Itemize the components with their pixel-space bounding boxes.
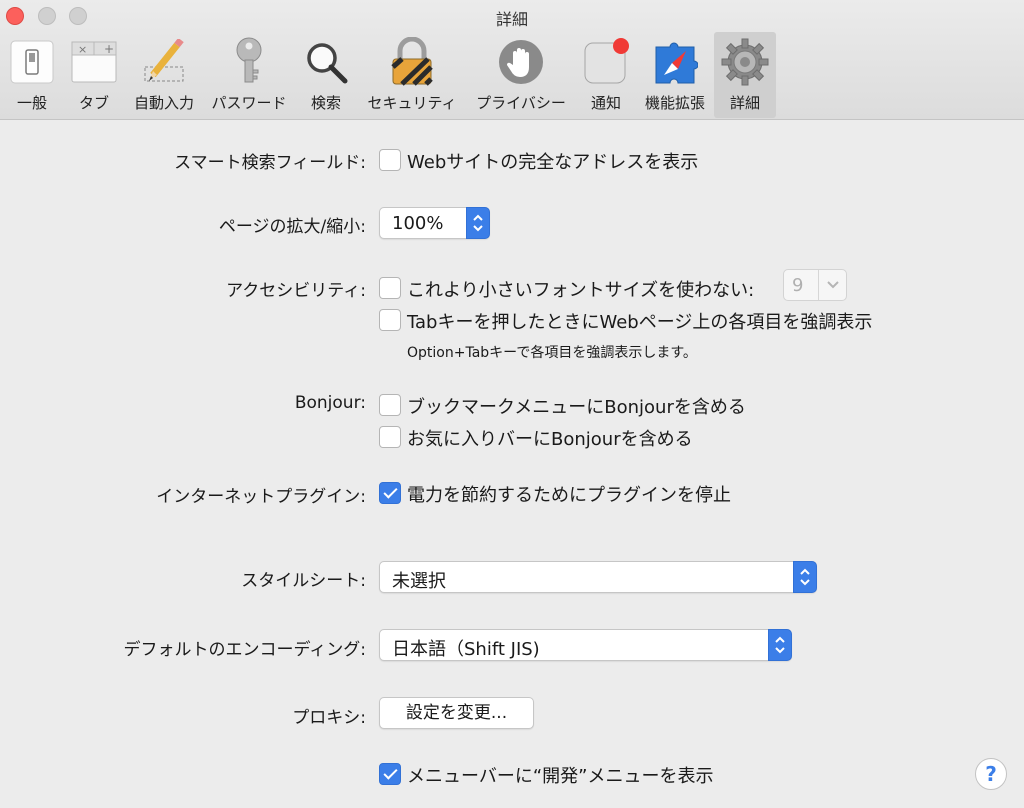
tab-label: 自動入力: [133, 94, 194, 112]
bonjour-bookmarks-text: ブックマークメニューにBonjourを含める: [407, 397, 746, 418]
tab-tabs[interactable]: × + タブ: [66, 32, 122, 118]
tab-security[interactable]: セキュリティ: [360, 32, 464, 118]
notification-icon: [582, 38, 630, 86]
tab-label: 検索: [310, 94, 341, 112]
tab-label: タブ: [78, 94, 109, 112]
tab-advanced[interactable]: 詳細: [714, 32, 776, 118]
bonjour-bookmarks-checkbox[interactable]: [379, 394, 401, 416]
bonjour-label: Bonjour:: [294, 393, 366, 413]
popup-arrows-icon: [793, 561, 817, 593]
encoding-value: 日本語（Shift JIS): [392, 639, 540, 660]
page-zoom-label: ページの拡大/縮小:: [218, 217, 366, 237]
popup-arrows-icon: [768, 629, 792, 661]
tab-label: 機能拡張: [644, 94, 705, 112]
chevron-down-icon: [818, 270, 846, 300]
min-font-size-select: 9: [783, 269, 847, 301]
pencil-icon: [140, 38, 188, 86]
tab-notifications[interactable]: 通知: [578, 32, 634, 118]
tab-label: 通知: [590, 94, 621, 112]
change-proxy-settings-button[interactable]: 設定を変更...: [379, 697, 534, 729]
tab-label: 一般: [16, 94, 47, 112]
show-develop-menu-checkbox[interactable]: [379, 763, 401, 785]
min-font-size-checkbox[interactable]: [379, 277, 401, 299]
bonjour-favorites-text: お気に入りバーにBonjourを含める: [407, 429, 693, 450]
accessibility-label: アクセシビリティ:: [226, 281, 366, 301]
general-switch-icon: [8, 38, 56, 86]
stop-plugins-checkbox[interactable]: [379, 482, 401, 504]
min-font-size-text: これより小さいフォントサイズを使わない:: [407, 280, 755, 301]
style-sheet-label: スタイルシート:: [241, 571, 366, 591]
tab-search[interactable]: 検索: [300, 32, 352, 118]
lock-icon: [388, 37, 436, 86]
tab-extensions[interactable]: 機能拡張: [640, 32, 710, 118]
bonjour-favorites-checkbox[interactable]: [379, 426, 401, 448]
tab-label: 詳細: [729, 94, 760, 112]
tab-label: パスワード: [211, 94, 287, 112]
stop-plugins-text: 電力を節約するためにプラグインを停止: [407, 485, 731, 506]
tab-privacy[interactable]: プライバシー: [470, 32, 572, 118]
extensions-compass-icon: [651, 38, 699, 86]
help-button[interactable]: ?: [975, 758, 1007, 790]
key-icon: [225, 37, 273, 86]
plugins-label: インターネットプラグイン:: [156, 487, 366, 507]
min-font-size-value: 9: [792, 275, 804, 296]
show-full-address-checkbox[interactable]: [379, 149, 401, 171]
tab-highlight-checkbox[interactable]: [379, 309, 401, 331]
style-sheet-value: 未選択: [392, 571, 446, 592]
tab-label: セキュリティ: [367, 94, 457, 112]
encoding-label: デフォルトのエンコーディング:: [123, 640, 366, 660]
tab-add-mark: +: [104, 42, 114, 56]
encoding-popup[interactable]: 日本語（Shift JIS): [379, 629, 792, 661]
gear-icon: [721, 38, 769, 86]
tab-highlight-text: Tabキーを押したときにWebページ上の各項目を強調表示: [407, 312, 873, 333]
smart-search-label: スマート検索フィールド:: [174, 153, 366, 173]
magnifier-icon: [302, 38, 350, 86]
popup-arrows-icon: [466, 207, 490, 239]
page-zoom-value: 100%: [392, 213, 444, 234]
window-title: 詳細: [495, 10, 528, 29]
tab-close-mark: ×: [78, 43, 87, 56]
tab-passwords[interactable]: パスワード: [206, 32, 292, 118]
proxies-label: プロキシ:: [292, 708, 366, 728]
hand-icon: [497, 38, 545, 86]
style-sheet-popup[interactable]: 未選択: [379, 561, 817, 593]
tab-label: プライバシー: [476, 94, 566, 112]
tab-autofill[interactable]: 自動入力: [128, 32, 200, 118]
show-full-address-text: Webサイトの完全なアドレスを表示: [407, 152, 699, 173]
preferences-toolbar: 詳細 一般 × + タブ 自動入力 パスワード 検索 セキュリティ プライバシー…: [0, 0, 1024, 120]
show-develop-menu-text: メニューバーに“開発”メニューを表示: [407, 766, 714, 787]
tabs-icon: × +: [70, 38, 118, 86]
tab-general[interactable]: 一般: [4, 32, 60, 118]
page-zoom-popup[interactable]: 100%: [379, 207, 490, 239]
tab-highlight-note: Option+Tabキーで各項目を強調表示します。: [407, 345, 697, 361]
